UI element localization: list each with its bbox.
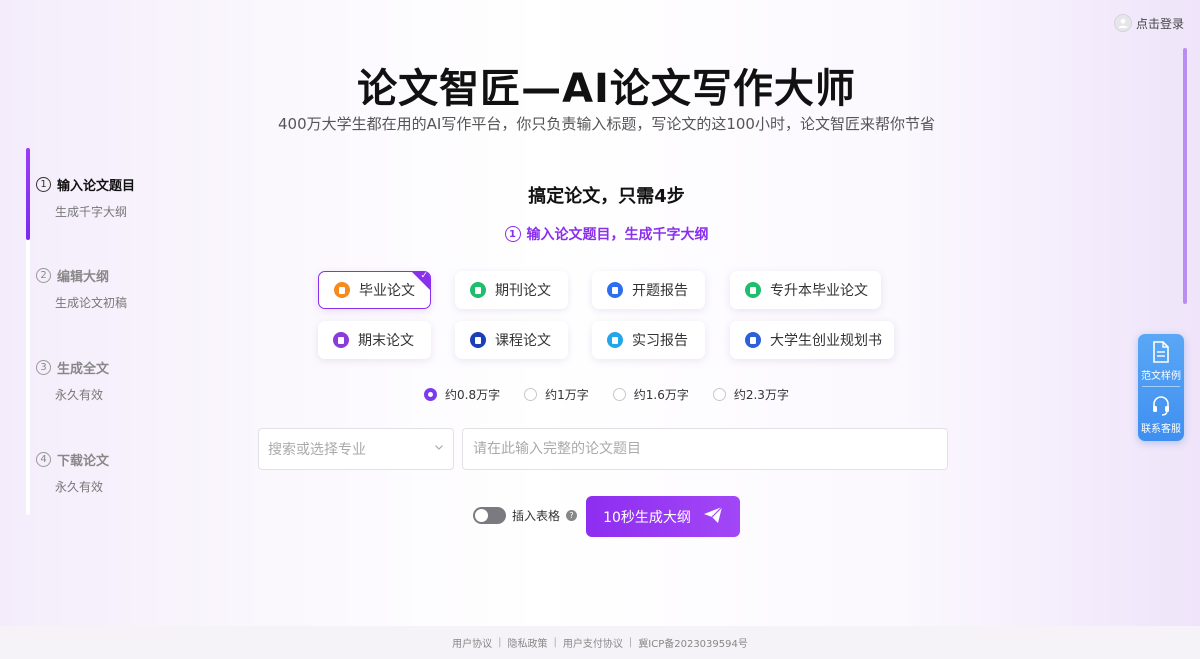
main-heading: 搞定论文，只需4步: [528, 186, 685, 207]
paper-type-label: 期刊论文: [495, 283, 551, 299]
major-select[interactable]: 搜索或选择专业: [258, 428, 454, 470]
paper-type-label: 专升本毕业论文: [770, 283, 868, 299]
paper-type-label: 期末论文: [358, 333, 414, 349]
icp-license-link[interactable]: 冀ICP备2023039594号: [638, 635, 748, 650]
privacy-policy-link[interactable]: 隐私政策: [508, 635, 548, 650]
document-icon: [1150, 340, 1172, 367]
journal-icon: [470, 282, 486, 298]
step-desc: 生成论文初稿: [55, 296, 128, 310]
step-title: 下载论文: [57, 454, 110, 469]
user-icon: [1113, 14, 1132, 32]
customer-service-button[interactable]: 联系客服: [1138, 393, 1184, 435]
step-desc: 永久有效: [55, 480, 104, 494]
paper-type-internship[interactable]: 实习报告: [592, 321, 705, 359]
current-step-label: 输入论文题目，生成千字大纲: [526, 227, 709, 243]
login-button[interactable]: 点击登录: [1113, 14, 1184, 32]
paper-type-final[interactable]: 期末论文: [318, 321, 431, 359]
paper-type-graduation[interactable]: 毕业论文 ✓: [318, 271, 431, 309]
radio-dot: [524, 388, 538, 401]
paper-type-label: 大学生创业规划书: [770, 333, 882, 349]
login-label: 点击登录: [1135, 16, 1184, 31]
paper-type-label: 课程论文: [495, 333, 551, 349]
exam-paper-icon: [333, 332, 349, 348]
paper-type-label: 实习报告: [632, 333, 688, 349]
floating-panel: 范文样例 联系客服: [1138, 334, 1184, 441]
step-title: 生成全文: [57, 362, 110, 377]
word-count-option[interactable]: 约1.6万字: [612, 386, 689, 403]
payment-agreement-link[interactable]: 用户支付协议: [563, 635, 623, 650]
customer-service-label: 联系客服: [1141, 424, 1181, 435]
user-agreement-link[interactable]: 用户协议: [452, 635, 492, 650]
paper-type-proposal[interactable]: 开题报告: [592, 271, 705, 309]
check-icon: ✓: [420, 271, 428, 281]
radio-label: 约2.3万字: [733, 388, 789, 402]
radio-label: 约1万字: [545, 388, 589, 402]
page-title: 论文智匠—AI论文写作大师: [357, 66, 856, 112]
generate-label: 10秒生成大纲: [603, 509, 691, 526]
paper-title-input[interactable]: [462, 428, 948, 470]
internship-icon: [607, 332, 623, 348]
paper-type-label: 开题报告: [632, 283, 688, 299]
separator: |: [498, 637, 502, 648]
step-2: 2 编辑大纲 生成论文初稿: [36, 266, 127, 311]
word-count-group: 约0.8万字 约1万字 约1.6万字 约2.3万字: [0, 386, 1200, 403]
divider: [1142, 386, 1180, 387]
paper-type-label: 毕业论文: [359, 283, 415, 299]
step-number: 3: [36, 360, 51, 375]
insert-table-control: 插入表格 ?: [473, 507, 578, 524]
word-count-option[interactable]: 约0.8万字: [424, 386, 500, 403]
step-number: 2: [36, 268, 51, 283]
graduation-paper-icon: [334, 282, 350, 298]
insert-table-label: 插入表格: [512, 509, 561, 523]
book-icon: [745, 282, 761, 298]
plan-icon: [745, 332, 761, 348]
radio-dot: [424, 388, 438, 401]
separator: |: [628, 637, 633, 648]
sample-essay-label: 范文样例: [1141, 371, 1181, 382]
radio-dot: [712, 388, 726, 401]
paper-type-course[interactable]: 课程论文: [455, 321, 568, 359]
radio-dot: [612, 388, 626, 401]
generate-outline-button[interactable]: 10秒生成大纲: [586, 496, 740, 537]
course-icon: [470, 332, 486, 348]
paper-type-upgrade[interactable]: 专升本毕业论文: [730, 271, 881, 309]
footer: 用户协议 | 隐私政策 | 用户支付协议 | 冀ICP备2023039594号: [0, 626, 1200, 659]
step-title: 编辑大纲: [57, 270, 110, 285]
major-select-placeholder: 搜索或选择专业: [268, 442, 366, 458]
paper-type-journal[interactable]: 期刊论文: [455, 271, 568, 309]
headset-icon: [1150, 393, 1172, 420]
sample-essay-button[interactable]: 范文样例: [1138, 340, 1184, 382]
paper-type-business-plan[interactable]: 大学生创业规划书: [730, 321, 894, 359]
chevron-down-icon: [433, 441, 445, 457]
current-step-number: 1: [504, 226, 521, 242]
separator: |: [553, 637, 557, 648]
send-icon: [703, 506, 723, 528]
radio-label: 约1.6万字: [633, 388, 689, 402]
current-step: 1 输入论文题目，生成千字大纲: [0, 224, 1200, 244]
page-subtitle: 400万大学生都在用的AI写作平台，你只负责输入标题，写论文的这100小时，论文…: [278, 115, 935, 133]
step-4: 4 下载论文 永久有效: [36, 450, 109, 495]
radio-label: 约0.8万字: [445, 388, 501, 402]
word-count-option[interactable]: 约2.3万字: [712, 386, 789, 403]
report-icon: [607, 282, 623, 298]
scrollbar[interactable]: [1183, 48, 1187, 304]
word-count-option[interactable]: 约1万字: [524, 386, 589, 403]
help-icon[interactable]: ?: [566, 510, 578, 521]
insert-table-toggle[interactable]: [473, 507, 506, 524]
step-number: 4: [36, 452, 51, 467]
